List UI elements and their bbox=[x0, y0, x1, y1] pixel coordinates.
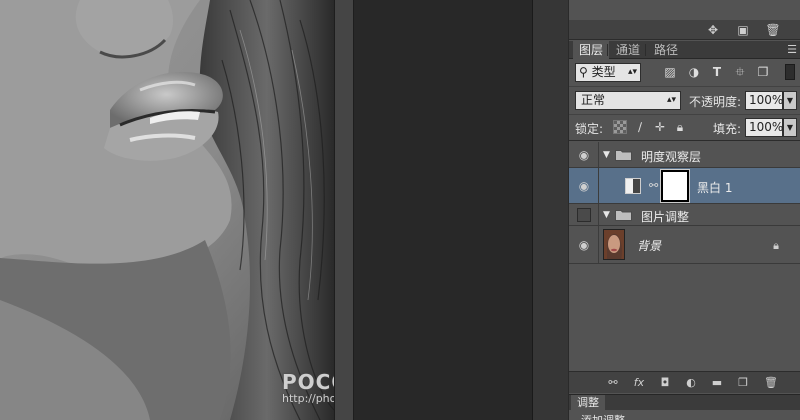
link-icon[interactable]: ⚯ bbox=[649, 179, 658, 192]
tab-separator bbox=[607, 44, 608, 56]
fx-icon[interactable]: fx bbox=[631, 376, 647, 390]
layer-name: 明度观察层 bbox=[641, 150, 702, 164]
opacity-dropdown-arrow[interactable]: ▼ bbox=[783, 91, 797, 110]
blend-row: 正常 ▴▾ 不透明度: 100% ▼ bbox=[569, 87, 800, 115]
blend-mode-select[interactable]: 正常 ▴▾ bbox=[575, 91, 681, 110]
stepper-arrows-icon: ▴▾ bbox=[627, 67, 637, 77]
visibility-toggle[interactable]: ◉ bbox=[569, 142, 599, 167]
delete-layer-icon[interactable]: 🗑︎ bbox=[763, 376, 779, 390]
fill-dropdown-arrow[interactable]: ▼ bbox=[783, 118, 797, 137]
canvas-scroll-gutter[interactable] bbox=[334, 0, 354, 420]
filter-kind-select[interactable]: ⚲ 类型 ▴▾ bbox=[575, 63, 641, 82]
tab-channels[interactable]: 通道 bbox=[610, 41, 646, 59]
panel-tabs: 图层 通道 路径 ☰ bbox=[569, 41, 800, 59]
search-icon: ⚲ bbox=[579, 65, 588, 79]
layer-mask-thumbnail[interactable] bbox=[660, 169, 690, 203]
fill-field[interactable]: 100% bbox=[745, 118, 783, 137]
lock-image-pixels-icon[interactable]: ∕ bbox=[633, 120, 647, 134]
trash-icon[interactable]: 🗑︎ bbox=[765, 23, 781, 37]
lock-all-icon[interactable]: 🔒︎ bbox=[673, 120, 687, 134]
layer-name: 图片调整 bbox=[641, 210, 690, 224]
opacity-field[interactable]: 100% bbox=[745, 91, 783, 110]
pasteboard-area bbox=[354, 0, 532, 420]
layer-thumbnail bbox=[603, 229, 625, 260]
layers-bottom-toolbar: ⚯ fx ◘ ◐ ▬ ❐ 🗑︎ bbox=[569, 371, 800, 393]
stepper-arrows-icon: ▴▾ bbox=[666, 95, 676, 105]
portrait-thumbnail-image bbox=[604, 230, 624, 259]
smart-object-filter-icon[interactable]: ❐ bbox=[756, 65, 770, 79]
lock-label: 锁定: bbox=[575, 122, 604, 136]
new-layer-icon[interactable]: ❐ bbox=[735, 376, 751, 390]
watermark-url: http://photo.poco.cn/ bbox=[282, 392, 334, 405]
eye-icon: ◉ bbox=[578, 178, 590, 193]
layer-row-group[interactable]: ▼ 图片调整 bbox=[569, 204, 800, 226]
type-filter-icon[interactable]: T bbox=[710, 65, 724, 79]
hidden-visibility-box bbox=[577, 207, 591, 222]
tab-adjustments[interactable]: 调整 bbox=[571, 395, 605, 411]
filter-kind-label: 类型 bbox=[591, 65, 616, 79]
chevron-down-icon[interactable]: ▼ bbox=[603, 209, 610, 221]
folder-icon bbox=[615, 209, 632, 221]
fill-label: 填充: bbox=[713, 122, 742, 136]
panel-top-toolbar: ✥ ▣ 🗑︎ bbox=[569, 20, 800, 40]
layer-row-group[interactable]: ◉ ▼ 明度观察层 bbox=[569, 142, 800, 168]
visibility-toggle[interactable] bbox=[569, 204, 599, 225]
new-fill-adjustment-icon[interactable]: ◐ bbox=[683, 376, 699, 390]
add-mask-icon[interactable]: ◘ bbox=[657, 376, 673, 390]
camera-icon[interactable]: ▣ bbox=[735, 23, 751, 37]
blend-mode-value: 正常 bbox=[581, 93, 606, 107]
watermark-brand: POCO 摄影专题 bbox=[282, 370, 334, 394]
opacity-label: 不透明度: bbox=[689, 95, 742, 109]
black-white-adjustment-icon bbox=[625, 178, 641, 194]
layer-row-background[interactable]: ◉ 背景 🔒︎ bbox=[569, 226, 800, 264]
layer-row-adjustment[interactable]: ◉ ⚯ 黑白 1 bbox=[569, 168, 800, 204]
chevron-down-icon[interactable]: ▼ bbox=[603, 149, 610, 161]
eye-icon: ◉ bbox=[578, 147, 590, 162]
lock-transparent-pixels-icon[interactable] bbox=[613, 120, 627, 134]
lock-icon: 🔒︎ bbox=[773, 238, 779, 252]
panel-top-strip bbox=[569, 0, 800, 18]
canvas-photo[interactable]: POCO 摄影专题 http://photo.poco.cn/ bbox=[0, 0, 334, 420]
layer-name: 黑白 1 bbox=[697, 181, 733, 195]
adjustment-filter-icon[interactable]: ◑ bbox=[687, 65, 701, 79]
visibility-toggle[interactable]: ◉ bbox=[569, 226, 599, 263]
image-filter-icon[interactable]: ▨ bbox=[663, 65, 677, 79]
adjustments-panel-header: 调整 bbox=[569, 394, 800, 411]
tab-layers[interactable]: 图层 bbox=[573, 41, 610, 59]
panel-menu-icon[interactable]: ☰ bbox=[787, 41, 797, 59]
tab-paths[interactable]: 路径 bbox=[648, 41, 684, 59]
eye-icon: ◉ bbox=[578, 237, 590, 252]
layer-name: 背景 bbox=[637, 239, 662, 253]
layers-panel: ✥ ▣ 🗑︎ 图层 通道 路径 ☰ ⚲ 类型 ▴▾ ▨ ◑ T ⯐ ❐ 正常 ▴… bbox=[568, 0, 800, 420]
adjustments-panel-body: 添加调整 bbox=[569, 410, 800, 420]
shape-filter-icon[interactable]: ⯐ bbox=[733, 65, 747, 79]
filter-toggle-switch[interactable] bbox=[785, 64, 795, 80]
adjustments-subtitle: 添加调整 bbox=[581, 412, 625, 420]
panel-dock-gutter[interactable] bbox=[532, 0, 568, 420]
visibility-toggle[interactable]: ◉ bbox=[569, 168, 599, 203]
new-adjustment-icon[interactable]: ✥ bbox=[705, 23, 721, 37]
lock-position-icon[interactable]: ✛ bbox=[653, 120, 667, 134]
layer-filter-row: ⚲ 类型 ▴▾ ▨ ◑ T ⯐ ❐ bbox=[569, 59, 800, 87]
layers-empty-area bbox=[569, 264, 800, 368]
folder-icon bbox=[615, 149, 632, 161]
new-group-icon[interactable]: ▬ bbox=[709, 376, 725, 390]
lock-row: 锁定: ∕ ✛ 🔒︎ 填充: 100% ▼ bbox=[569, 115, 800, 141]
tab-separator bbox=[645, 44, 646, 56]
portrait-image bbox=[0, 0, 334, 420]
link-layers-icon[interactable]: ⚯ bbox=[605, 376, 621, 390]
